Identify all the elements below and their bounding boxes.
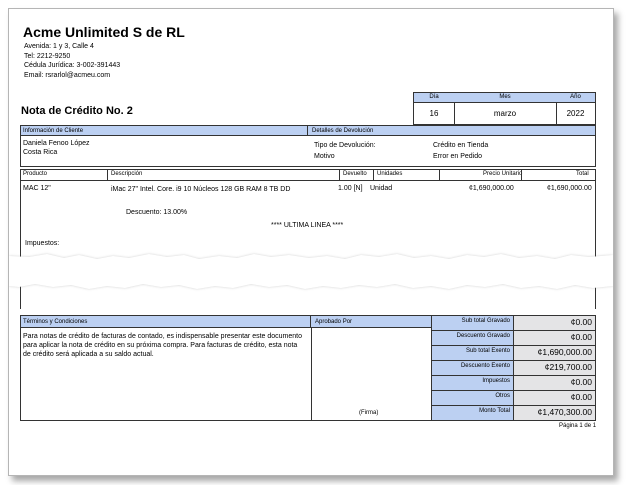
- totals-label-0: Sub total Gravado: [432, 316, 514, 331]
- totals-label-5: Otros: [432, 391, 514, 406]
- return-reason-label: Motivo: [314, 153, 335, 160]
- company-name: Acme Unlimited S de RL: [23, 24, 185, 40]
- terms-header: Términos y Condiciones: [21, 316, 311, 328]
- col-units: Unidades: [377, 171, 403, 177]
- totals-label-3: Descuento Exento: [432, 361, 514, 376]
- company-email: Email: rsrarlol@acmeu.com: [24, 72, 111, 79]
- day-value: 16: [414, 103, 455, 124]
- signature-label: (Firma): [359, 410, 379, 416]
- company-legal-id: Cédula Jurídica: 3-002-391443: [24, 62, 121, 69]
- return-type-label: Tipo de Devolución:: [314, 142, 376, 149]
- last-line-marker: **** ULTIMA LINEA ****: [271, 222, 344, 229]
- col-product: Producto: [23, 171, 48, 177]
- totals-label-2: Sub total Exento: [432, 346, 514, 361]
- day-header: Día: [414, 93, 455, 103]
- client-section: Información de Cliente Detalles de Devol…: [20, 125, 596, 167]
- company-phone: Tel: 2212-9250: [24, 53, 71, 60]
- return-type-value: Crédito en Tienda: [433, 142, 489, 149]
- terms-text: Para notas de crédito de facturas de con…: [23, 333, 303, 358]
- totals-value-2: ¢1,690,000.00: [514, 346, 595, 361]
- totals-value-1: ¢0.00: [514, 331, 595, 346]
- date-table: Día Mes Año 16 marzo 2022: [413, 92, 596, 125]
- return-details-header: Detalles de Devolución: [308, 126, 595, 136]
- approved-header: Aprobado Por: [311, 316, 432, 328]
- taxes-label: Impuestos:: [25, 240, 60, 247]
- row-description: iMac 27" Intel. Core. i9 10 Núcleos 128 …: [111, 186, 291, 193]
- row-units: Unidad: [370, 185, 393, 192]
- client-header: Información de Cliente: [21, 126, 308, 136]
- col-unit-price: Precio Unitario: [483, 171, 523, 177]
- col-returned: Devuelto: [343, 171, 367, 177]
- client-country: Costa Rica: [23, 149, 58, 156]
- col-description: Descripción: [111, 171, 143, 177]
- col-total: Total: [576, 171, 589, 177]
- totals-value-0: ¢0.00: [514, 316, 595, 331]
- month-header: Mes: [454, 93, 557, 103]
- totals-label-1: Descuento Gravado: [432, 331, 514, 346]
- return-reason-value: Error en Pedido: [433, 153, 483, 160]
- totals-value-5: ¢0.00: [514, 391, 595, 406]
- torn-edge: [9, 254, 613, 289]
- page-number: Página 1 de 1: [559, 423, 597, 429]
- month-value: marzo: [454, 103, 557, 124]
- totals-value-4: ¢0.00: [514, 376, 595, 391]
- year-value: 2022: [566, 109, 585, 118]
- year-header: Año: [556, 93, 595, 103]
- row-unit-price: ¢1,690,000.00: [469, 185, 514, 192]
- row-returned: 1.00 [N]: [338, 185, 363, 192]
- document-title: Nota de Crédito No. 2: [21, 105, 133, 117]
- totals-grid: Sub total Gravado ¢0.00 Descuento Gravad…: [432, 316, 595, 420]
- totals-value-3: ¢219,700.00: [514, 361, 595, 376]
- bottom-section: Términos y Condiciones Aprobado Por Para…: [20, 315, 596, 421]
- totals-label-4: Impuestos: [432, 376, 514, 391]
- discount-line: Descuento: 13.00%: [126, 209, 188, 216]
- totals-label-6: Monto Total: [432, 406, 514, 420]
- items-header-row: Producto Descripción Devuelto Unidades P…: [21, 169, 595, 181]
- totals-value-6: ¢1,470,300.00: [514, 406, 595, 420]
- row-product: MAC 12": [23, 185, 51, 192]
- row-total: ¢1,690,000.00: [547, 185, 592, 192]
- client-name: Daniela Fenoo López: [23, 140, 90, 147]
- credit-note-page: Acme Unlimited S de RL Avenida: 1 y 3, C…: [8, 8, 614, 476]
- company-address: Avenida: 1 y 3, Calle 4: [24, 43, 94, 50]
